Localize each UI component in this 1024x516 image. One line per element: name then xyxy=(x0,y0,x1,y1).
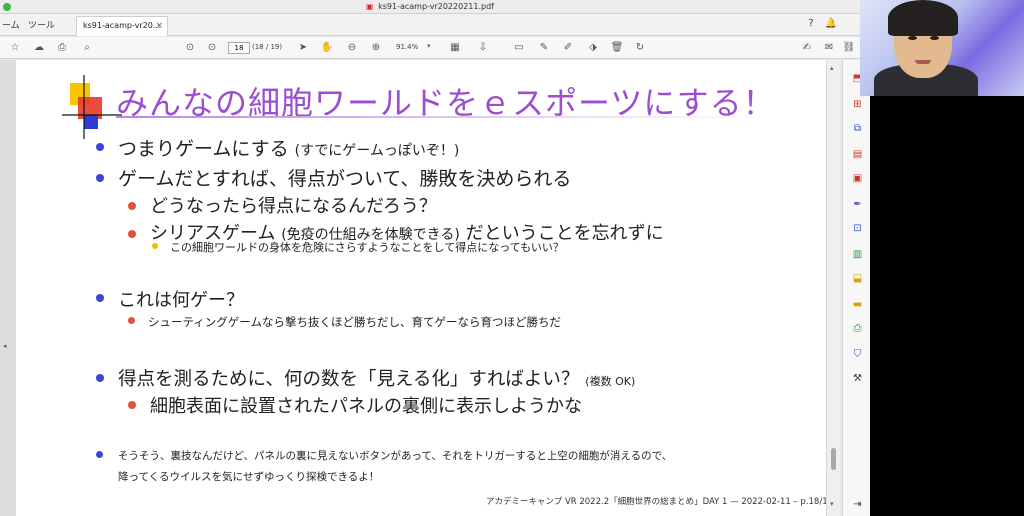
webcam-person-eye xyxy=(908,36,917,40)
bullet-text: シューティングゲームなら撃ち抜くほど勝ちだし、育てゲーなら育つほど勝ちだ xyxy=(148,315,561,329)
bullet-item: つまりゲームにする (すでにゲームっぽいぞ！) xyxy=(118,134,459,161)
document-viewer[interactable]: ◂ みんなの細胞ワールドをｅスポーツにする！ つまりゲームにする (すでにゲーム… xyxy=(0,60,840,516)
webcam-person-eye xyxy=(930,36,939,40)
create-pdf-icon[interactable]: ⊞ xyxy=(851,98,864,111)
bullet-item: これは何ゲー？ xyxy=(118,286,244,312)
bullet-blue xyxy=(96,174,104,182)
zoom-in-icon[interactable]: ⊕ xyxy=(369,41,383,55)
webcam-overlay xyxy=(860,0,1024,96)
page-down-icon[interactable]: ⊙ xyxy=(205,41,219,55)
bullet-note: (複数 OK) xyxy=(585,375,636,388)
print-icon[interactable]: ⎙ xyxy=(55,41,69,55)
bullet-blue xyxy=(96,143,104,151)
bookmark-star-icon[interactable]: ☆ xyxy=(8,41,22,55)
bullet-text: ゲームだとすれば、得点がついて、勝敗を決められる xyxy=(118,168,572,190)
bullet-text: これは何ゲー？ xyxy=(118,290,244,311)
bullet-red xyxy=(128,401,136,409)
pdf-file-icon: ▣ xyxy=(366,2,374,11)
bullet-item: 細胞表面に設置されたパネルの裏側に表示しようかな xyxy=(150,392,582,418)
bullet-item: 得点を測るために、何の数を「見える化」すればよい？ (複数 OK) xyxy=(118,365,635,391)
protect-icon[interactable]: ⬓ xyxy=(851,272,864,285)
main-toolbar: ☆ ☁ ⎙ ⌕ ⊙ ⊙ 18 (18 / 19) ➤ ✋ ⊖ ⊕ 91.4% ▾… xyxy=(0,37,860,59)
bullet-text: つまりゲームにする xyxy=(118,138,289,160)
document-tab-label: ks91-acamp-vr20... xyxy=(83,21,161,30)
page-count: (18 / 19) xyxy=(252,43,283,51)
sign-icon[interactable]: ✍ xyxy=(800,41,814,55)
window-control-dot[interactable] xyxy=(3,3,11,11)
zoom-out-icon[interactable]: ⊖ xyxy=(345,41,359,55)
highlight-pen-icon[interactable]: ✎ xyxy=(537,41,551,55)
scroll-thumb[interactable] xyxy=(831,448,836,470)
bullet-text: どうなったら得点になるんだろう？ xyxy=(150,196,437,217)
select-cursor-icon[interactable]: ➤ xyxy=(296,41,310,55)
pdf-viewer-app: ▣ ks91-acamp-vr20220211.pdf ーム ツール ks91-… xyxy=(0,0,870,516)
collapse-panel-icon[interactable]: ⇥ xyxy=(851,498,864,511)
zoom-dropdown-chevron-icon[interactable]: ▾ xyxy=(427,42,431,50)
slide-footer: アカデミーキャンプ VR 2022.2「細胞世界の総まとめ」DAY 1 — 20… xyxy=(486,497,834,507)
request-signature-icon[interactable]: ⊡ xyxy=(851,222,864,235)
close-tab-button[interactable]: × xyxy=(155,17,163,35)
bullet-red xyxy=(128,317,135,324)
link-icon[interactable]: ⛓ xyxy=(842,41,856,55)
comment-panel-icon[interactable]: ▬ xyxy=(851,298,864,311)
combine-files-icon[interactable]: ⧉ xyxy=(851,122,864,135)
notification-bell-icon[interactable]: 🔔 xyxy=(824,17,838,31)
rotate-icon[interactable]: ↻ xyxy=(633,41,647,55)
bullet-text: そうそう、裏技なんだけど、パネルの裏に見えないボタンがあって、それをトリガーする… xyxy=(118,450,673,462)
page-up-icon[interactable]: ⊙ xyxy=(183,41,197,55)
draw-icon[interactable]: ✐ xyxy=(561,41,575,55)
fit-page-icon[interactable]: ▦ xyxy=(448,41,462,55)
edit-pdf-icon[interactable]: ▣ xyxy=(851,172,864,185)
bullet-text: 得点を測るために、何の数を「見える化」すればよい？ xyxy=(118,369,580,390)
bullet-item: この細胞ワールドの身体を危険にさらすようなことをして得点になってもいい？ xyxy=(170,239,564,255)
zoom-level[interactable]: 91.4% xyxy=(396,43,418,51)
stamp-icon[interactable]: ⬗ xyxy=(586,41,600,55)
bullet-item: そうそう、裏技なんだけど、パネルの裏に見えないボタンがあって、それをトリガーする… xyxy=(118,446,672,488)
more-tools-icon[interactable]: ⚒ xyxy=(851,372,864,385)
vertical-scrollbar[interactable]: ▴ ▾ xyxy=(826,60,840,516)
document-tab[interactable]: ks91-acamp-vr20... × xyxy=(76,16,168,36)
bullet-blue xyxy=(96,294,104,302)
slide-logo-icon xyxy=(62,75,122,139)
shield-icon[interactable]: ⛉ xyxy=(851,348,864,361)
page-number-input[interactable]: 18 xyxy=(228,42,250,54)
search-icon[interactable]: ⌕ xyxy=(80,41,94,55)
title-underline xyxy=(116,116,766,118)
webcam-person-hair xyxy=(888,0,958,36)
comment-icon[interactable]: ▭ xyxy=(512,41,526,55)
pdf-page: みんなの細胞ワールドをｅスポーツにする！ つまりゲームにする (すでにゲームっぽ… xyxy=(16,60,833,516)
email-icon[interactable]: ✉ xyxy=(822,41,836,55)
fill-sign-icon[interactable]: ✒ xyxy=(851,198,864,211)
bullet-blue xyxy=(96,451,103,458)
window-title: ks91-acamp-vr20220211.pdf xyxy=(378,2,494,11)
help-icon[interactable]: ? xyxy=(804,17,818,31)
bullet-item: どうなったら得点になるんだろう？ xyxy=(150,192,437,218)
bullet-red xyxy=(128,230,136,238)
scroll-down-icon[interactable]: ▾ xyxy=(830,500,834,508)
send-for-review-icon[interactable]: ▥ xyxy=(851,248,864,261)
bullet-red xyxy=(128,202,136,210)
bullet-text: この細胞ワールドの身体を危険にさらすようなことをして得点になってもいい？ xyxy=(170,241,564,254)
scroll-up-icon[interactable]: ▴ xyxy=(830,64,834,72)
tools-side-panel: ⬒ ⊞ ⧉ ▤ ▣ ✒ ⊡ ▥ ⬓ ▬ ⎙ ⛉ ⚒ ⇥ xyxy=(842,60,870,516)
delete-icon[interactable]: 🗑 xyxy=(610,41,624,55)
webcam-person-mouth xyxy=(915,60,931,64)
bullet-text-line2: 降ってくるウイルスを気にせずゆっくり探検できるよ！ xyxy=(118,471,380,483)
menu-tools[interactable]: ツール xyxy=(28,18,55,31)
organize-pages-icon[interactable]: ▤ xyxy=(851,148,864,161)
bullet-item: シューティングゲームなら撃ち抜くほど勝ちだし、育てゲーなら育つほど勝ちだ xyxy=(148,314,561,330)
bullet-blue xyxy=(96,374,104,382)
scroll-mode-icon[interactable]: ⇩ xyxy=(476,41,490,55)
cloud-upload-icon[interactable]: ☁ xyxy=(32,41,46,55)
print-production-icon[interactable]: ⎙ xyxy=(851,322,864,335)
tab-bar: ーム ツール ks91-acamp-vr20... × ? 🔔 xyxy=(0,14,860,36)
bullet-note: (すでにゲームっぽいぞ！) xyxy=(294,143,460,159)
hand-tool-icon[interactable]: ✋ xyxy=(320,41,334,55)
title-bar: ▣ ks91-acamp-vr20220211.pdf xyxy=(0,0,860,14)
menu-home[interactable]: ーム xyxy=(2,18,20,31)
bullet-text: 細胞表面に設置されたパネルの裏側に表示しようかな xyxy=(150,396,582,417)
bullet-item: ゲームだとすれば、得点がついて、勝敗を決められる xyxy=(118,164,571,191)
bullet-yellow xyxy=(152,243,158,249)
left-panel-toggle-icon[interactable]: ◂ xyxy=(3,342,7,350)
